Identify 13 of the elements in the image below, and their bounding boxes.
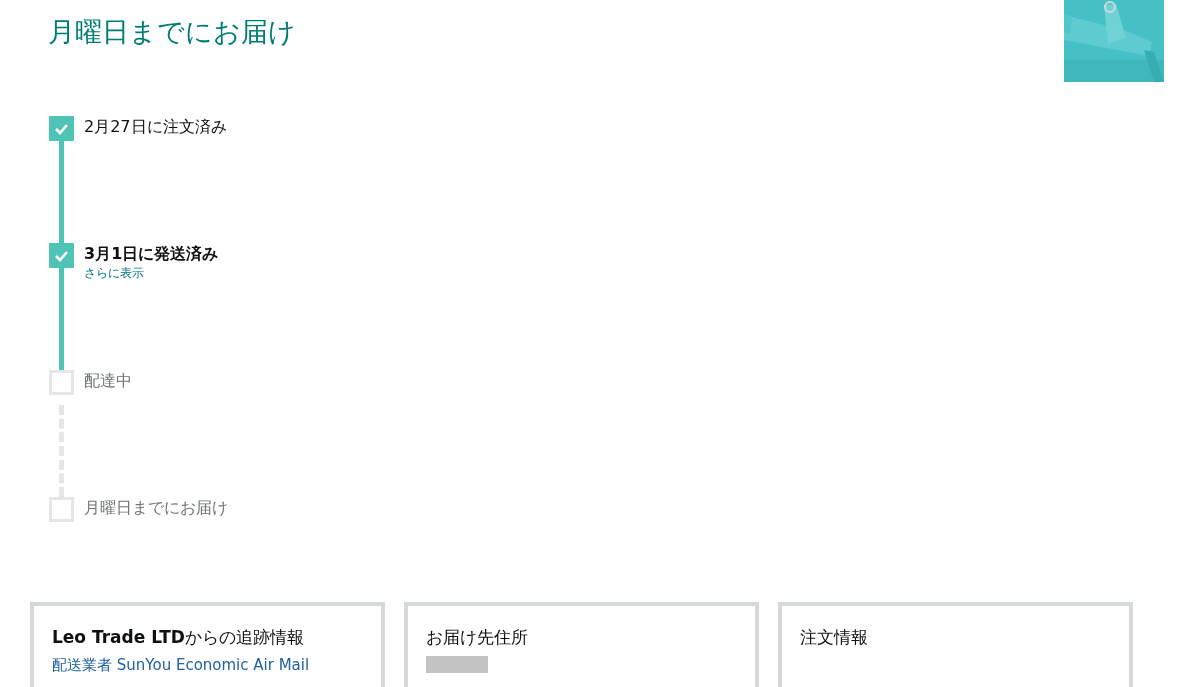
step-label: 2月27日に注文済み [84,116,227,138]
step-label: 3月1日に発送済み [84,243,219,265]
card-title: お届け先住所 [426,626,528,649]
card-title: Leo Trade LTDからの追跡情報 [52,626,304,649]
step-label: 配達中 [84,370,132,392]
step-label: 月曜日までにお届け [84,497,228,519]
check-icon [53,249,69,262]
delivery-heading: 月曜日までにお届け [48,15,296,49]
redacted-bar [426,656,488,673]
check-icon [53,122,69,135]
carrier-link[interactable]: 配送業者 SunYou Economic Air Mail [52,654,310,677]
show-more-link[interactable]: さらに表示 [84,265,144,281]
card-title: 注文情報 [800,626,868,649]
